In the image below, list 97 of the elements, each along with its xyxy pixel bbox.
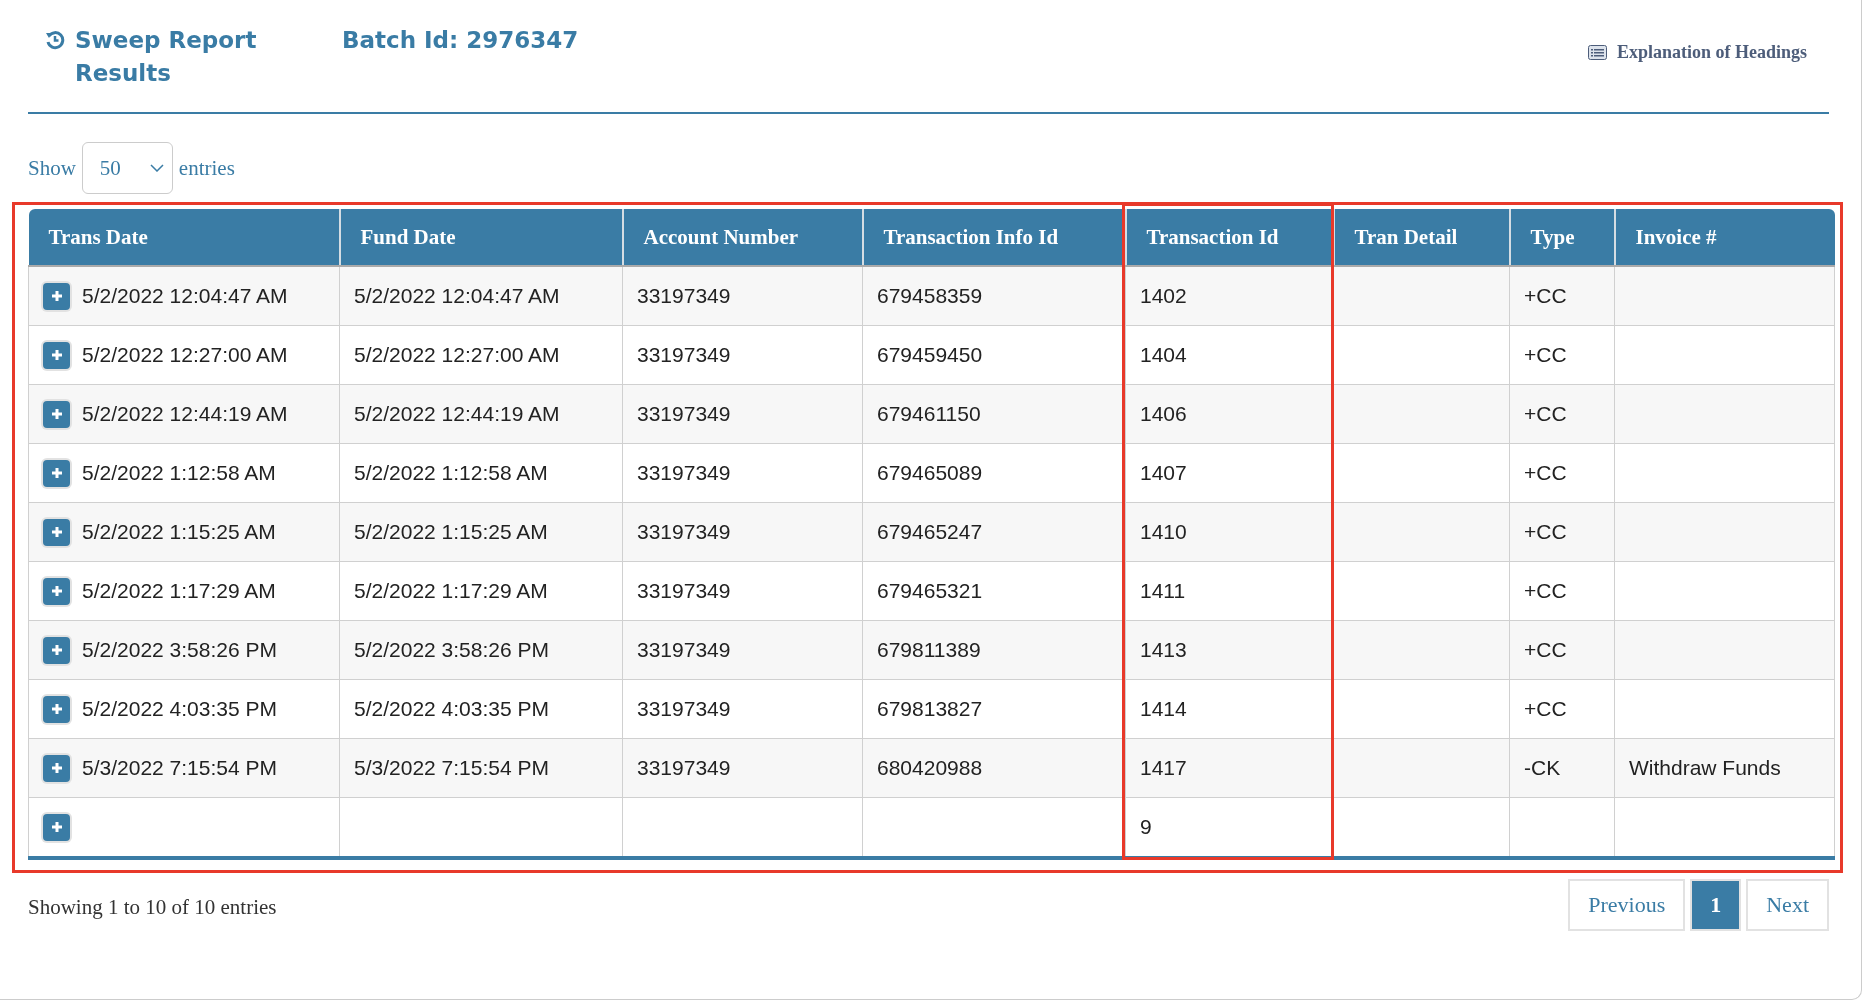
table-cell: 679811389 (862, 620, 1126, 680)
expand-button[interactable] (43, 813, 70, 841)
expand-button[interactable] (43, 754, 70, 782)
plus-icon (50, 349, 63, 361)
table-cell: 1410 (1125, 502, 1334, 562)
column-header[interactable]: Transaction Id (1125, 209, 1334, 266)
plus-icon (50, 526, 63, 538)
table-cell: 679465089 (862, 443, 1126, 503)
plus-icon (50, 703, 63, 715)
plus-icon (50, 821, 63, 833)
history-icon (45, 30, 65, 50)
trans-date: 5/2/2022 3:58:26 PM (82, 638, 277, 662)
expand-button[interactable] (43, 636, 70, 664)
table-cell: 679458359 (862, 266, 1126, 326)
column-header[interactable]: Account Number (622, 209, 863, 266)
trans-date: 5/2/2022 12:27:00 AM (82, 343, 288, 367)
plus-icon (50, 762, 63, 774)
column-header[interactable]: Trans Date (28, 209, 340, 266)
plus-icon (50, 644, 63, 656)
table-cell: 679465321 (862, 561, 1126, 621)
table-cell: +CC (1509, 443, 1615, 503)
plus-icon (50, 585, 63, 597)
table-cell: 1413 (1125, 620, 1334, 680)
table-cell: 679459450 (862, 325, 1126, 385)
column-header[interactable]: Fund Date (339, 209, 623, 266)
page-button[interactable]: Next (1746, 879, 1829, 931)
column-header[interactable]: Tran Detail (1333, 209, 1510, 266)
table-cell: 5/2/2022 1:17:29 AM (339, 561, 623, 621)
expand-button[interactable] (43, 282, 70, 310)
table-cell: 5/2/2022 12:27:00 AM (339, 325, 623, 385)
trans-date: 5/2/2022 1:17:29 AM (82, 579, 276, 603)
expand-button[interactable] (43, 341, 70, 369)
chevron-down-icon (149, 164, 164, 172)
expand-button[interactable] (43, 400, 70, 428)
table-cell: 5/2/2022 1:15:25 AM (339, 502, 623, 562)
page-button[interactable]: Previous (1568, 879, 1686, 931)
table-cell: 1414 (1125, 679, 1334, 739)
table-cell: 680420988 (862, 738, 1126, 798)
table-cell: 33197349 (622, 679, 863, 739)
table-cell: 1402 (1125, 266, 1334, 326)
expand-button[interactable] (43, 577, 70, 605)
table-cell: 33197349 (622, 443, 863, 503)
table-cell: 5/2/2022 4:03:35 PM (339, 679, 623, 739)
table-cell: 1404 (1125, 325, 1334, 385)
expand-button[interactable] (43, 459, 70, 487)
batch-id: Batch Id: 2976347 (342, 26, 579, 55)
table-cell: 33197349 (622, 384, 863, 444)
table-cell: 33197349 (622, 266, 863, 326)
plus-icon (50, 290, 63, 302)
table-cell: 679461150 (862, 384, 1126, 444)
table-cell: 5/2/2022 12:04:47 AM (339, 266, 623, 326)
expand-button[interactable] (43, 518, 70, 546)
page-button[interactable]: 1 (1690, 879, 1742, 931)
table-cell: 1417 (1125, 738, 1334, 798)
column-header[interactable]: Transaction Info Id (862, 209, 1126, 266)
table-cell: 33197349 (622, 502, 863, 562)
entries-info: Showing 1 to 10 of 10 entries (28, 895, 277, 920)
table-cell: 5/2/2022 3:58:26 PM (339, 620, 623, 680)
trans-date: 5/2/2022 12:44:19 AM (82, 402, 288, 426)
explanation-link[interactable]: Explanation of Headings (1587, 42, 1807, 63)
table-cell: -CK (1509, 738, 1615, 798)
table-cell: 1406 (1125, 384, 1334, 444)
trans-date: 5/2/2022 1:15:25 AM (82, 520, 276, 544)
table-cell: +CC (1509, 561, 1615, 621)
show-label: Show (28, 155, 76, 181)
trans-date: 5/3/2022 7:15:54 PM (82, 756, 277, 780)
trans-date: 5/2/2022 4:03:35 PM (82, 697, 277, 721)
plus-icon (50, 408, 63, 420)
table-cell: +CC (1509, 679, 1615, 739)
table-cell: 33197349 (622, 738, 863, 798)
table-cell: 679465247 (862, 502, 1126, 562)
entries-select[interactable]: 50 (81, 142, 173, 194)
column-header[interactable]: Invoice # (1614, 209, 1835, 266)
table-cell: +CC (1509, 384, 1615, 444)
column-header[interactable]: Type (1509, 209, 1615, 266)
page-title: Sweep Report Results (75, 26, 258, 88)
list-icon (1587, 45, 1607, 60)
table-cell: +CC (1509, 620, 1615, 680)
table-cell: +CC (1509, 325, 1615, 385)
table-cell: 33197349 (622, 561, 863, 621)
table-cell: +CC (1509, 266, 1615, 326)
table-cell: 5/2/2022 1:12:58 AM (339, 443, 623, 503)
table-cell: 9 (1125, 797, 1334, 858)
plus-icon (50, 467, 63, 479)
trans-date: 5/2/2022 12:04:47 AM (82, 284, 288, 308)
table-cell: 33197349 (622, 325, 863, 385)
table-cell: 5/3/2022 7:15:54 PM (339, 738, 623, 798)
table-cell: 1411 (1125, 561, 1334, 621)
entries-label: entries (178, 155, 235, 181)
table-cell: 1407 (1125, 443, 1334, 503)
expand-button[interactable] (43, 695, 70, 723)
table-cell: 5/2/2022 12:44:19 AM (339, 384, 623, 444)
table-cell: Withdraw Funds (1614, 738, 1835, 798)
table-cell: 679813827 (862, 679, 1126, 739)
trans-date: 5/2/2022 1:12:58 AM (82, 461, 276, 485)
table-cell: +CC (1509, 502, 1615, 562)
table-cell: 33197349 (622, 620, 863, 680)
